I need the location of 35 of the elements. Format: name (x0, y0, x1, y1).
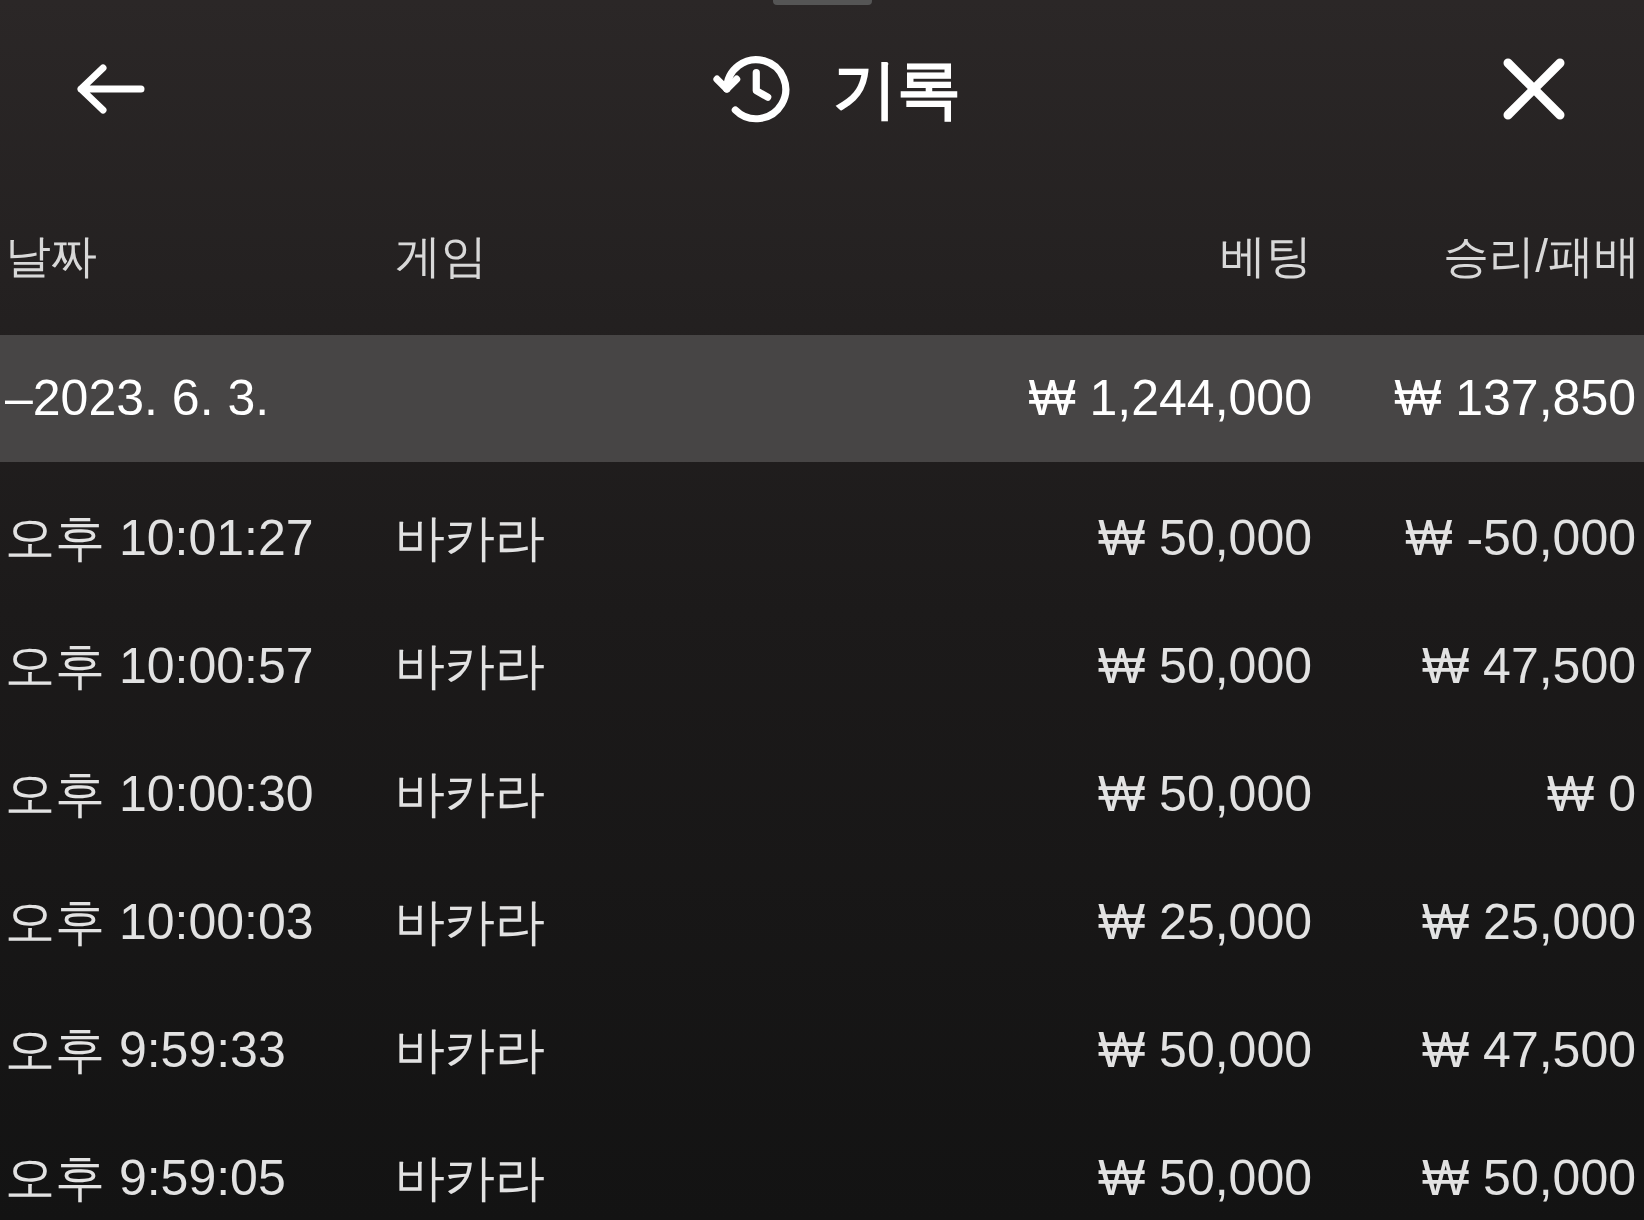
table-cell: ₩ 47,500 (1422, 1021, 1636, 1078)
table-cell: 오후 10:01:27 (5, 509, 314, 566)
table-cell: 오후 10:00:57 (5, 637, 314, 694)
table-cell: 바카라 (395, 509, 545, 566)
table-cell: 바카라 (395, 1149, 545, 1206)
total-result-text: ₩ 137,850 (1394, 370, 1636, 426)
table-cell: ₩ 47,500 (1422, 637, 1636, 694)
back-arrow-icon (75, 64, 145, 114)
table-cell: 오후 10:00:03 (5, 893, 314, 950)
table-cell: 바카라 (395, 765, 545, 822)
table-cell: 바카라 (395, 637, 545, 694)
column-header: 게임 (395, 230, 487, 282)
window-title: 기록 (833, 52, 961, 127)
table-cell: 오후 9:59:33 (5, 1021, 286, 1078)
table-cell: ₩ 25,000 (1098, 893, 1312, 950)
table-cell: ₩ 25,000 (1422, 893, 1636, 950)
table-cell: ₩ 50,000 (1098, 765, 1312, 822)
table-cell: 오후 9:59:05 (5, 1149, 286, 1206)
table-cell: ₩ 50,000 (1098, 509, 1312, 566)
date-group-row[interactable]: –2023. 6. 3. ₩ 1,244,000 ₩ 137,850 (0, 335, 1644, 462)
table-cell: ₩ 50,000 (1098, 1149, 1312, 1206)
table-cell: ₩ 50,000 (1422, 1149, 1636, 1206)
column-header: 베팅 (1220, 230, 1312, 282)
column-header: 날짜 (5, 230, 97, 282)
table-cell: ₩ 50,000 (1098, 1021, 1312, 1078)
table-cell: ₩ 50,000 (1098, 637, 1312, 694)
table-cell: ₩ -50,000 (1405, 509, 1636, 566)
table-cell: 바카라 (395, 893, 545, 950)
table-cell: ₩ 0 (1547, 765, 1636, 822)
close-icon (1502, 57, 1566, 121)
date-text: –2023. 6. 3. (5, 370, 270, 426)
total-bet-text: ₩ 1,244,000 (1028, 370, 1312, 426)
column-header: 승리/패배 (1443, 230, 1640, 282)
table-cell: 바카라 (395, 1021, 545, 1078)
table-cell: 오후 10:00:30 (5, 765, 314, 822)
